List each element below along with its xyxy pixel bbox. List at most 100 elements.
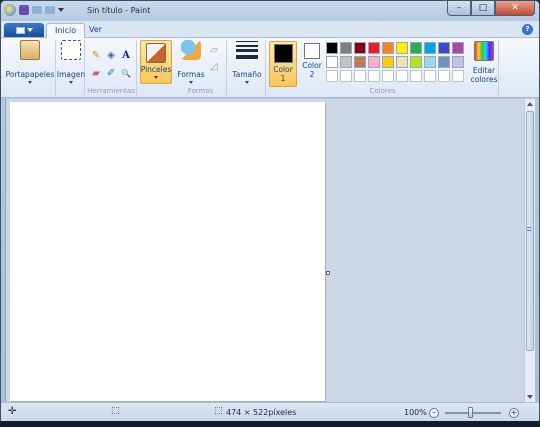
palette-swatch[interactable] xyxy=(438,42,450,54)
edit-colors-label-1: Editar xyxy=(472,66,496,75)
color1-label: Color xyxy=(273,65,293,74)
paint-app-icon[interactable] xyxy=(4,4,16,16)
palette-swatch[interactable] xyxy=(396,56,408,68)
magnifier-icon[interactable]: 🔍 xyxy=(119,66,133,80)
title-bar: Sin título - Paint – □ ✕ xyxy=(1,1,539,21)
palette-swatch[interactable] xyxy=(354,70,366,82)
palette-swatch[interactable] xyxy=(368,56,380,68)
shapes-group-label: Formas xyxy=(187,87,214,95)
outline-icon[interactable]: ▱ xyxy=(207,43,221,57)
shapes-label: Formas xyxy=(177,70,205,79)
eraser-icon[interactable]: ▰ xyxy=(89,66,103,80)
palette-swatch[interactable] xyxy=(410,56,422,68)
drawing-canvas[interactable] xyxy=(10,102,325,401)
clipboard-button[interactable]: Portapapeles xyxy=(5,40,55,84)
color-palette xyxy=(326,42,464,82)
brushes-label: Pinceles xyxy=(140,65,172,74)
undo-icon[interactable] xyxy=(32,6,42,14)
palette-swatch[interactable] xyxy=(354,42,366,54)
window-title: Sin título - Paint xyxy=(87,6,151,15)
color2-number: 2 xyxy=(309,70,315,79)
palette-swatch[interactable] xyxy=(382,42,394,54)
palette-swatch[interactable] xyxy=(410,70,422,82)
zoom-slider-track[interactable] xyxy=(445,412,501,414)
paint-menu-button[interactable] xyxy=(4,23,44,37)
minimize-button[interactable]: – xyxy=(447,1,471,16)
ribbon-tab-strip: Inicio Ver ? xyxy=(1,21,539,39)
palette-swatch[interactable] xyxy=(354,56,366,68)
palette-swatch[interactable] xyxy=(368,42,380,54)
palette-swatch[interactable] xyxy=(368,70,380,82)
shape-fill-icon[interactable]: ◿ xyxy=(207,59,221,73)
shapes-group: Formas ▱ ◿ Formas xyxy=(175,40,227,96)
chevron-down-icon xyxy=(245,81,249,84)
maximize-button[interactable]: □ xyxy=(471,1,495,16)
palette-swatch[interactable] xyxy=(424,42,436,54)
chevron-down-icon xyxy=(69,81,73,84)
color1-number: 1 xyxy=(280,74,286,83)
palette-swatch[interactable] xyxy=(410,42,422,54)
save-icon[interactable] xyxy=(19,5,29,15)
palette-swatch[interactable] xyxy=(396,70,408,82)
scroll-grip-icon xyxy=(527,227,531,231)
palette-swatch[interactable] xyxy=(340,56,352,68)
edit-colors-label-2: colores xyxy=(470,75,498,84)
selection-size-icon: ⬚ xyxy=(111,406,120,416)
palette-swatch[interactable] xyxy=(340,70,352,82)
zoom-level: 100% xyxy=(404,408,427,417)
shapes-button[interactable]: Formas xyxy=(177,40,205,84)
canvas-size-text: 474 × 522píxeles xyxy=(226,408,297,417)
palette-swatch[interactable] xyxy=(452,42,464,54)
scroll-thumb[interactable] xyxy=(526,111,534,351)
palette-swatch[interactable] xyxy=(382,70,394,82)
scroll-down-icon[interactable] xyxy=(527,395,533,399)
canvas-resize-handle[interactable] xyxy=(326,271,330,275)
zoom-in-button[interactable]: + xyxy=(509,408,519,418)
palette-swatch[interactable] xyxy=(396,42,408,54)
customize-qat-icon[interactable] xyxy=(58,8,64,12)
brushes-group: Pinceles xyxy=(138,40,174,96)
canvas-workspace xyxy=(5,99,535,402)
palette-swatch[interactable] xyxy=(340,42,352,54)
tools-group-label: Herramientas xyxy=(87,87,135,95)
close-button[interactable]: ✕ xyxy=(495,1,535,16)
palette-swatch[interactable] xyxy=(438,56,450,68)
shapes-icon xyxy=(181,40,201,60)
palette-swatch[interactable] xyxy=(452,56,464,68)
chevron-down-icon xyxy=(28,81,32,84)
zoom-out-button[interactable]: – xyxy=(429,408,439,418)
clipboard-label: Portapapeles xyxy=(5,70,55,79)
window-controls: – □ ✕ xyxy=(447,1,535,16)
palette-swatch[interactable] xyxy=(424,70,436,82)
cursor-position-icon: ✛ xyxy=(8,406,17,417)
taskbar-edge xyxy=(0,421,540,427)
fill-icon[interactable]: ◈ xyxy=(104,48,118,62)
scroll-up-icon[interactable] xyxy=(527,102,533,106)
zoom-slider-thumb[interactable] xyxy=(468,407,473,418)
palette-swatch[interactable] xyxy=(382,56,394,68)
help-icon[interactable]: ? xyxy=(522,24,533,35)
ribbon: Portapapeles Imagen ✎ ◈ A ▰ ✐ 🔍 Herramie… xyxy=(1,38,539,98)
size-button[interactable]: Tamaño xyxy=(231,40,263,84)
palette-swatch[interactable] xyxy=(326,56,338,68)
paint-menu-icon xyxy=(15,26,25,34)
text-tool-icon[interactable]: A xyxy=(119,48,133,62)
palette-swatch[interactable] xyxy=(438,70,450,82)
pencil-icon[interactable]: ✎ xyxy=(89,48,103,62)
tab-home[interactable]: Inicio xyxy=(46,23,86,39)
color2-button[interactable]: Color 2 xyxy=(298,41,326,87)
color-picker-icon[interactable]: ✐ xyxy=(104,66,118,80)
edit-colors-button[interactable]: Editar colores xyxy=(469,41,499,84)
palette-swatch[interactable] xyxy=(326,70,338,82)
tab-view[interactable]: Ver xyxy=(81,23,110,38)
color1-button[interactable]: Color 1 xyxy=(269,41,297,87)
size-label: Tamaño xyxy=(232,70,262,79)
image-button[interactable]: Imagen xyxy=(57,40,85,84)
palette-swatch[interactable] xyxy=(326,42,338,54)
color2-swatch xyxy=(304,43,320,59)
redo-icon[interactable] xyxy=(45,6,55,14)
palette-swatch[interactable] xyxy=(424,56,436,68)
palette-swatch[interactable] xyxy=(452,70,464,82)
brushes-button[interactable]: Pinceles xyxy=(140,40,172,84)
vertical-scrollbar[interactable] xyxy=(524,99,535,402)
